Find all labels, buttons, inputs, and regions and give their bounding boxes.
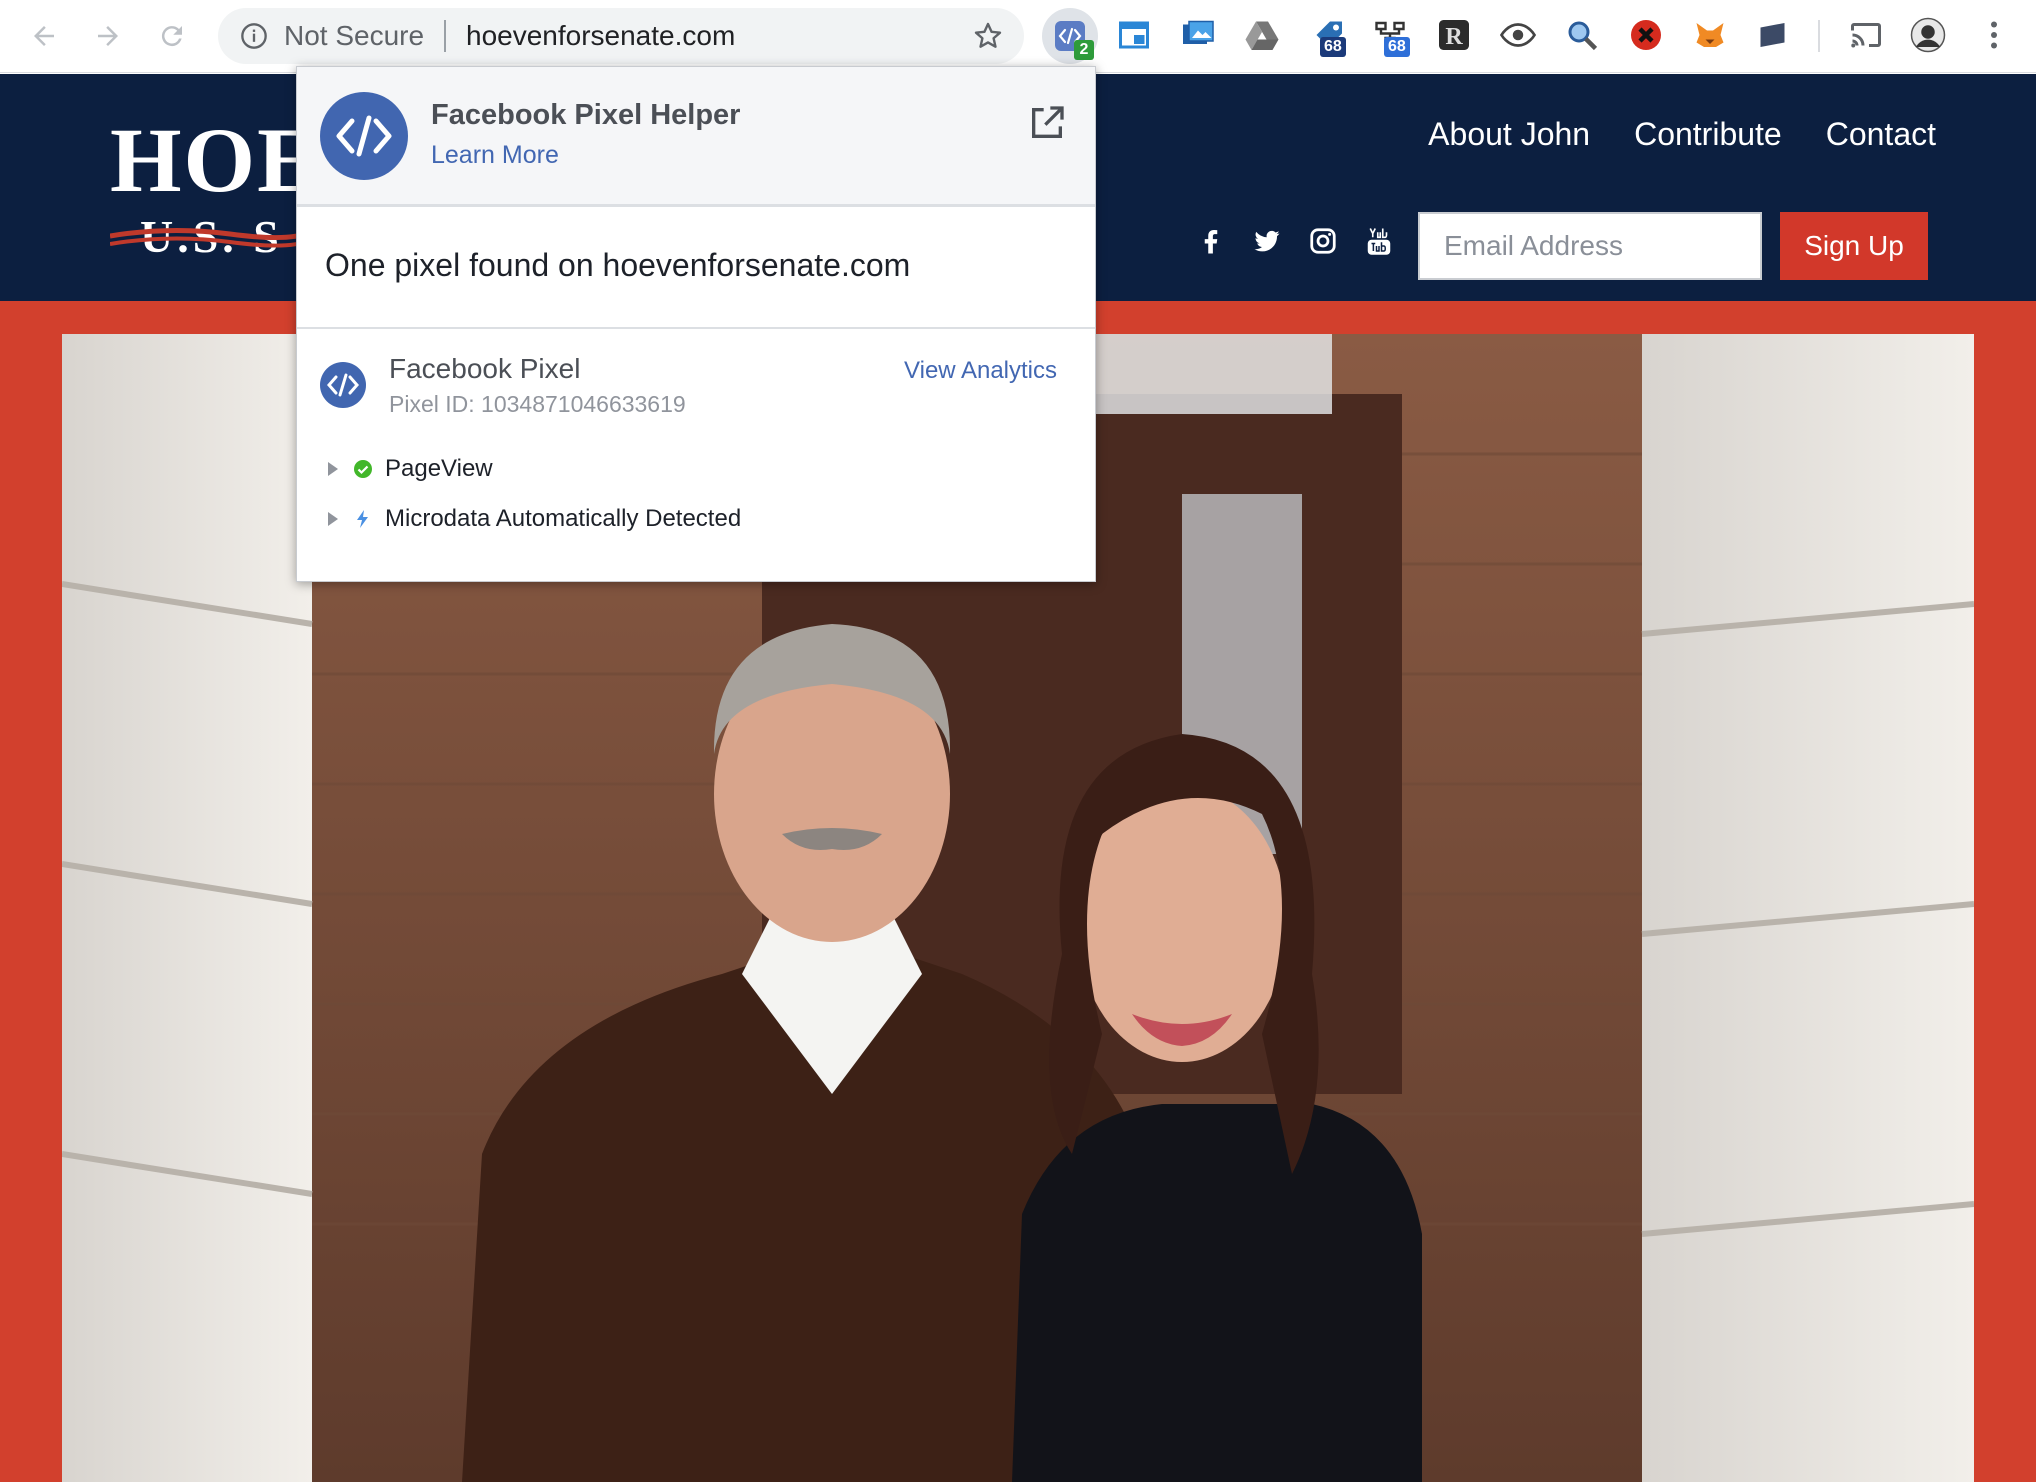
popup-divider — [297, 327, 1095, 329]
nav-contribute[interactable]: Contribute — [1634, 114, 1782, 154]
forward-button[interactable] — [86, 14, 130, 58]
blocker-extension-button[interactable] — [1626, 15, 1666, 55]
drive-icon — [1245, 21, 1279, 50]
youtube-icon[interactable] — [1364, 226, 1394, 256]
eye-icon — [1500, 23, 1536, 47]
nav-about-john[interactable]: About John — [1428, 114, 1590, 154]
browser-menu-button[interactable] — [1974, 15, 2014, 55]
instagram-icon[interactable] — [1308, 226, 1338, 256]
popup-title: Facebook Pixel Helper — [431, 99, 741, 131]
pixel-helper-badge: 2 — [1074, 40, 1094, 60]
open-in-new-icon[interactable] — [1027, 103, 1067, 143]
blocker-icon — [1631, 20, 1661, 50]
pixel-helper-popup: Facebook Pixel Helper Learn More One pix… — [296, 66, 1096, 582]
reload-button[interactable] — [150, 14, 194, 58]
url-text[interactable]: hoevenforsenate.com — [466, 22, 735, 50]
learn-more-link[interactable]: Learn More — [431, 141, 559, 170]
address-bar[interactable]: Not Secure hoevenforsenate.com — [218, 8, 1024, 64]
pixel-summary: One pixel found on hoevenforsenate.com — [325, 247, 911, 283]
logo-main-text: HOE — [110, 109, 321, 211]
profile-avatar-button[interactable] — [1908, 15, 1948, 55]
screenshot-extension-button[interactable] — [1178, 15, 1218, 55]
popup-header: Facebook Pixel Helper Learn More — [297, 67, 1095, 207]
svg-text:R: R — [1445, 24, 1463, 50]
avatar-icon — [1910, 17, 1946, 53]
browser-toolbar: Not Secure hoevenforsenate.com 2 68 68 R — [0, 0, 2036, 73]
security-label[interactable]: Not Secure — [284, 22, 424, 50]
signup-button[interactable]: Sign Up — [1780, 212, 1928, 280]
pixel-helper-logo-icon — [320, 92, 408, 180]
screen-extension-button[interactable] — [1754, 15, 1794, 55]
bookmark-star-icon[interactable] — [972, 20, 1004, 52]
pixel-id: Pixel ID: 1034871046633619 — [389, 391, 686, 417]
pixel-helper-extension-button[interactable]: 2 — [1042, 8, 1098, 64]
more-vert-icon — [1991, 21, 1997, 49]
omnibox-separator — [444, 20, 446, 52]
back-button[interactable] — [22, 14, 66, 58]
expand-triangle-icon[interactable] — [323, 459, 343, 479]
check-circle-icon — [354, 460, 372, 478]
window-extension-button[interactable] — [1114, 15, 1154, 55]
view-analytics-link[interactable]: View Analytics — [904, 357, 1057, 385]
tag-extension-badge: 68 — [1320, 37, 1346, 57]
drive-extension-button[interactable] — [1242, 15, 1282, 55]
tag-extension-button[interactable]: 68 — [1310, 15, 1350, 57]
lightning-icon — [357, 510, 368, 528]
event-label: Microdata Automatically Detected — [385, 505, 742, 532]
picture-icon — [1183, 20, 1214, 44]
logo-swoosh-icon — [110, 227, 310, 248]
email-signup-input[interactable] — [1418, 212, 1762, 280]
event-row-microdata[interactable]: Microdata Automatically Detected — [323, 503, 741, 535]
cast-icon — [1851, 23, 1881, 48]
letter-r-icon: R — [1439, 20, 1469, 50]
toolbar-separator — [1818, 20, 1820, 52]
window-icon — [1119, 21, 1149, 49]
arrow-right-icon — [98, 26, 118, 46]
nav-contact[interactable]: Contact — [1826, 114, 1936, 154]
site-logo[interactable]: HOE U.S. S — [110, 114, 320, 260]
event-row-pageview[interactable]: PageView — [323, 453, 493, 485]
r-extension-button[interactable]: R — [1434, 15, 1474, 55]
social-links — [1196, 226, 1394, 256]
info-icon[interactable] — [240, 22, 268, 50]
pixel-code-icon — [320, 362, 366, 408]
metamask-extension-button[interactable] — [1690, 15, 1730, 55]
expand-triangle-icon[interactable] — [323, 509, 343, 529]
arrow-left-icon — [34, 26, 54, 46]
magnifier-icon — [1568, 21, 1598, 51]
pixel-name: Facebook Pixel — [389, 353, 581, 384]
fox-icon — [1696, 23, 1724, 47]
twitter-icon[interactable] — [1252, 226, 1282, 256]
site-nav: About John Contribute Contact — [1428, 114, 1936, 154]
eye-extension-button[interactable] — [1498, 15, 1538, 55]
event-label: PageView — [385, 455, 493, 482]
seo-extension-badge: 68 — [1384, 37, 1410, 57]
screen-icon — [1760, 23, 1785, 47]
inspector-extension-button[interactable] — [1562, 15, 1602, 55]
seo-extension-button[interactable]: 68 — [1370, 15, 1410, 57]
facebook-icon[interactable] — [1196, 226, 1226, 256]
reload-icon — [161, 26, 182, 47]
cast-button[interactable] — [1846, 15, 1886, 55]
